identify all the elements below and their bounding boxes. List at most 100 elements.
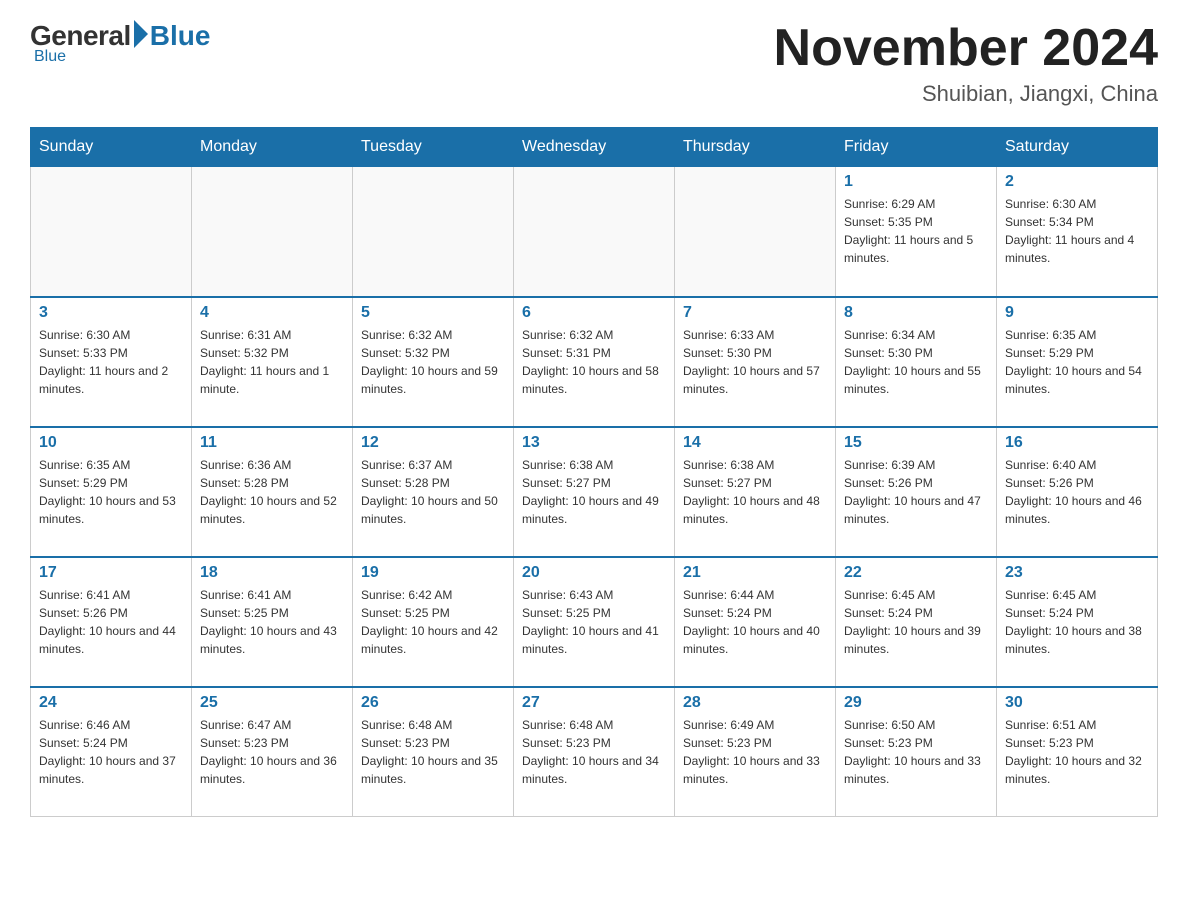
day-info: Sunrise: 6:45 AMSunset: 5:24 PMDaylight:… — [1005, 586, 1149, 658]
day-info: Sunrise: 6:33 AMSunset: 5:30 PMDaylight:… — [683, 326, 827, 398]
calendar-cell: 10 Sunrise: 6:35 AMSunset: 5:29 PMDayligh… — [31, 427, 192, 557]
day-number: 7 — [683, 304, 827, 322]
day-number: 16 — [1005, 434, 1149, 452]
day-info: Sunrise: 6:32 AMSunset: 5:31 PMDaylight:… — [522, 326, 666, 398]
day-number: 14 — [683, 434, 827, 452]
day-number: 21 — [683, 564, 827, 582]
day-info: Sunrise: 6:50 AMSunset: 5:23 PMDaylight:… — [844, 716, 988, 788]
calendar-cell: 6 Sunrise: 6:32 AMSunset: 5:31 PMDaylight… — [514, 297, 675, 427]
calendar-cell: 19Sunrise: 6:42 AMSunset: 5:25 PMDayligh… — [353, 557, 514, 687]
day-number: 8 — [844, 304, 988, 322]
weekday-header-monday: Monday — [192, 128, 353, 167]
logo-subtitle: Blue — [34, 48, 66, 66]
day-info: Sunrise: 6:43 AMSunset: 5:25 PMDaylight:… — [522, 586, 666, 658]
page-header: General Blue Blue November 2024 Shuibian… — [30, 20, 1158, 107]
day-number: 2 — [1005, 173, 1149, 191]
weekday-header-wednesday: Wednesday — [514, 128, 675, 167]
calendar-cell: 2 Sunrise: 6:30 AMSunset: 5:34 PMDaylight… — [997, 167, 1158, 297]
calendar-cell: 23Sunrise: 6:45 AMSunset: 5:24 PMDayligh… — [997, 557, 1158, 687]
day-number: 9 — [1005, 304, 1149, 322]
weekday-header-friday: Friday — [836, 128, 997, 167]
day-number: 18 — [200, 564, 344, 582]
day-info: Sunrise: 6:30 AMSunset: 5:33 PMDaylight:… — [39, 326, 183, 398]
calendar-cell: 7 Sunrise: 6:33 AMSunset: 5:30 PMDaylight… — [675, 297, 836, 427]
day-info: Sunrise: 6:41 AMSunset: 5:25 PMDaylight:… — [200, 586, 344, 658]
day-number: 10 — [39, 434, 183, 452]
day-info: Sunrise: 6:35 AMSunset: 5:29 PMDaylight:… — [1005, 326, 1149, 398]
day-info: Sunrise: 6:32 AMSunset: 5:32 PMDaylight:… — [361, 326, 505, 398]
calendar-cell: 12 Sunrise: 6:37 AMSunset: 5:28 PMDayligh… — [353, 427, 514, 557]
day-info: Sunrise: 6:48 AMSunset: 5:23 PMDaylight:… — [522, 716, 666, 788]
weekday-header-thursday: Thursday — [675, 128, 836, 167]
day-number: 11 — [200, 434, 344, 452]
calendar-cell: 14 Sunrise: 6:38 AMSunset: 5:27 PMDayligh… — [675, 427, 836, 557]
day-info: Sunrise: 6:49 AMSunset: 5:23 PMDaylight:… — [683, 716, 827, 788]
day-number: 29 — [844, 694, 988, 712]
day-number: 13 — [522, 434, 666, 452]
calendar-week-row: 1Sunrise: 6:29 AMSunset: 5:35 PMDaylight… — [31, 167, 1158, 297]
calendar-cell — [675, 167, 836, 297]
day-number: 5 — [361, 304, 505, 322]
calendar-cell: 24Sunrise: 6:46 AMSunset: 5:24 PMDayligh… — [31, 687, 192, 817]
calendar-table: SundayMondayTuesdayWednesdayThursdayFrid… — [30, 127, 1158, 817]
day-number: 12 — [361, 434, 505, 452]
calendar-cell: 16Sunrise: 6:40 AMSunset: 5:26 PMDayligh… — [997, 427, 1158, 557]
calendar-cell — [353, 167, 514, 297]
day-number: 3 — [39, 304, 183, 322]
calendar-cell: 5 Sunrise: 6:32 AMSunset: 5:32 PMDaylight… — [353, 297, 514, 427]
day-number: 30 — [1005, 694, 1149, 712]
day-number: 17 — [39, 564, 183, 582]
day-info: Sunrise: 6:51 AMSunset: 5:23 PMDaylight:… — [1005, 716, 1149, 788]
calendar-week-row: 3 Sunrise: 6:30 AMSunset: 5:33 PMDaylight… — [31, 297, 1158, 427]
day-number: 25 — [200, 694, 344, 712]
day-number: 26 — [361, 694, 505, 712]
day-info: Sunrise: 6:48 AMSunset: 5:23 PMDaylight:… — [361, 716, 505, 788]
day-number: 20 — [522, 564, 666, 582]
day-info: Sunrise: 6:44 AMSunset: 5:24 PMDaylight:… — [683, 586, 827, 658]
calendar-cell: 28Sunrise: 6:49 AMSunset: 5:23 PMDayligh… — [675, 687, 836, 817]
weekday-header-saturday: Saturday — [997, 128, 1158, 167]
calendar-title: November 2024 — [774, 20, 1158, 77]
day-info: Sunrise: 6:37 AMSunset: 5:28 PMDaylight:… — [361, 456, 505, 528]
calendar-cell: 1Sunrise: 6:29 AMSunset: 5:35 PMDaylight… — [836, 167, 997, 297]
logo-triangle-icon — [134, 20, 148, 48]
day-info: Sunrise: 6:38 AMSunset: 5:27 PMDaylight:… — [522, 456, 666, 528]
calendar-cell — [514, 167, 675, 297]
day-info: Sunrise: 6:47 AMSunset: 5:23 PMDaylight:… — [200, 716, 344, 788]
calendar-cell: 30 Sunrise: 6:51 AMSunset: 5:23 PMDayligh… — [997, 687, 1158, 817]
day-info: Sunrise: 6:30 AMSunset: 5:34 PMDaylight:… — [1005, 195, 1149, 267]
day-info: Sunrise: 6:45 AMSunset: 5:24 PMDaylight:… — [844, 586, 988, 658]
day-info: Sunrise: 6:35 AMSunset: 5:29 PMDaylight:… — [39, 456, 183, 528]
calendar-cell: 11Sunrise: 6:36 AMSunset: 5:28 PMDayligh… — [192, 427, 353, 557]
calendar-cell: 8Sunrise: 6:34 AMSunset: 5:30 PMDaylight… — [836, 297, 997, 427]
calendar-week-row: 24Sunrise: 6:46 AMSunset: 5:24 PMDayligh… — [31, 687, 1158, 817]
calendar-cell: 22 Sunrise: 6:45 AMSunset: 5:24 PMDayligh… — [836, 557, 997, 687]
calendar-cell: 21 Sunrise: 6:44 AMSunset: 5:24 PMDayligh… — [675, 557, 836, 687]
day-info: Sunrise: 6:41 AMSunset: 5:26 PMDaylight:… — [39, 586, 183, 658]
calendar-cell: 4Sunrise: 6:31 AMSunset: 5:32 PMDaylight… — [192, 297, 353, 427]
day-info: Sunrise: 6:42 AMSunset: 5:25 PMDaylight:… — [361, 586, 505, 658]
calendar-week-row: 17 Sunrise: 6:41 AMSunset: 5:26 PMDayligh… — [31, 557, 1158, 687]
calendar-cell: 17 Sunrise: 6:41 AMSunset: 5:26 PMDayligh… — [31, 557, 192, 687]
calendar-week-row: 10 Sunrise: 6:35 AMSunset: 5:29 PMDayligh… — [31, 427, 1158, 557]
weekday-header-tuesday: Tuesday — [353, 128, 514, 167]
calendar-cell: 25 Sunrise: 6:47 AMSunset: 5:23 PMDayligh… — [192, 687, 353, 817]
calendar-cell — [192, 167, 353, 297]
logo-blue-text: Blue — [150, 20, 211, 52]
calendar-cell — [31, 167, 192, 297]
logo: General Blue Blue — [30, 20, 210, 66]
calendar-header-row: SundayMondayTuesdayWednesdayThursdayFrid… — [31, 128, 1158, 167]
day-number: 15 — [844, 434, 988, 452]
day-number: 27 — [522, 694, 666, 712]
weekday-header-sunday: Sunday — [31, 128, 192, 167]
calendar-cell: 20 Sunrise: 6:43 AMSunset: 5:25 PMDayligh… — [514, 557, 675, 687]
day-number: 22 — [844, 564, 988, 582]
day-info: Sunrise: 6:38 AMSunset: 5:27 PMDaylight:… — [683, 456, 827, 528]
calendar-cell: 18 Sunrise: 6:41 AMSunset: 5:25 PMDayligh… — [192, 557, 353, 687]
day-number: 6 — [522, 304, 666, 322]
day-info: Sunrise: 6:31 AMSunset: 5:32 PMDaylight:… — [200, 326, 344, 398]
calendar-cell: 9 Sunrise: 6:35 AMSunset: 5:29 PMDaylight… — [997, 297, 1158, 427]
day-info: Sunrise: 6:46 AMSunset: 5:24 PMDaylight:… — [39, 716, 183, 788]
calendar-cell: 3 Sunrise: 6:30 AMSunset: 5:33 PMDaylight… — [31, 297, 192, 427]
calendar-cell: 27 Sunrise: 6:48 AMSunset: 5:23 PMDayligh… — [514, 687, 675, 817]
